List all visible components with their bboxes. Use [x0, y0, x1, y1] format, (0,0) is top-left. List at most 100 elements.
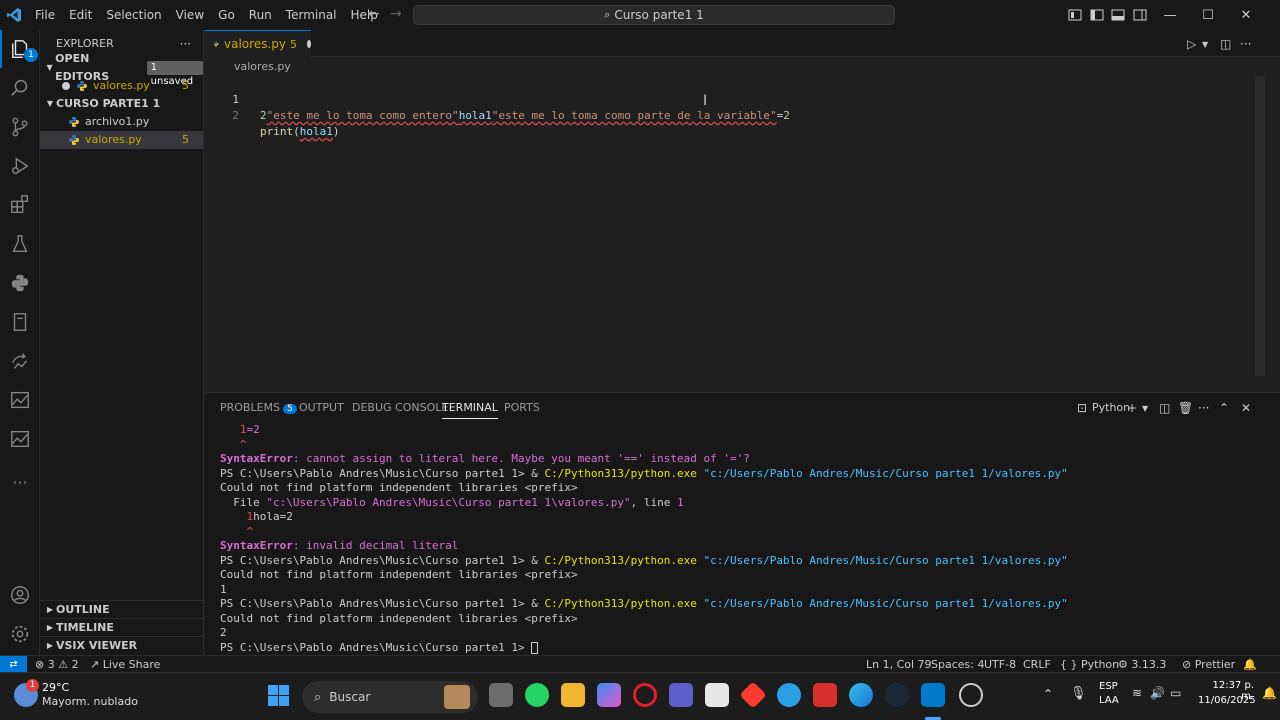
run-debug-icon[interactable]	[0, 147, 40, 185]
extensions-icon[interactable]	[0, 186, 40, 224]
python-interpreter[interactable]: ⚙ 3.13.3	[1118, 657, 1166, 672]
close-icon[interactable]: ✕	[1227, 0, 1265, 30]
editor-scrollbar[interactable]	[1255, 76, 1265, 376]
microphone-icon[interactable]: 🎙	[1070, 686, 1087, 701]
weather-description[interactable]: Mayorm. nublado	[42, 695, 138, 708]
language-mode[interactable]: { } Python	[1060, 657, 1119, 672]
vscode-taskbar-icon[interactable]	[921, 683, 945, 707]
terminal-dropdown-icon[interactable]: ▼	[1142, 404, 1148, 413]
toggle-secondary-sidebar-icon[interactable]	[1133, 8, 1147, 22]
problems-status[interactable]: ⊗ 3 ⚠ 2	[35, 657, 79, 672]
indentation[interactable]: Spaces: 4	[931, 657, 984, 672]
forward-arrow-icon[interactable]: →	[390, 6, 402, 22]
anydesk-icon[interactable]	[739, 681, 767, 709]
python-icon[interactable]	[0, 264, 40, 302]
tab-valores[interactable]: valores.py 5	[205, 30, 311, 57]
panel-more-icon[interactable]: ···	[1198, 401, 1209, 415]
more-views-icon[interactable]: ···	[0, 463, 40, 501]
volume-icon[interactable]: 🔊	[1150, 686, 1165, 700]
notifications-bell-icon[interactable]: 🔔	[1243, 657, 1257, 672]
tab-output[interactable]: OUTPUT	[299, 401, 344, 414]
cursor-position[interactable]: Ln 1, Col 79	[866, 657, 932, 672]
store-icon[interactable]	[705, 683, 729, 707]
explorer-icon[interactable]: 1	[0, 30, 40, 68]
explorer-more-icon[interactable]: ···	[180, 30, 191, 58]
code-editor[interactable]: 1 2"este me lo toma como entero"hola1"es…	[205, 76, 1267, 390]
weather-temp[interactable]: 29°C	[42, 681, 69, 694]
breadcrumb[interactable]: valores.py	[205, 58, 291, 76]
chrome-icon[interactable]	[777, 683, 801, 707]
account-icon[interactable]	[0, 576, 40, 614]
code-line[interactable]: 2 print(hola1)	[205, 92, 339, 138]
menu-go[interactable]: Go	[211, 0, 242, 30]
code-line[interactable]: 1 2"este me lo toma como entero"hola1"es…	[205, 76, 789, 122]
folder-header[interactable]: ▼ CURSO PARTE1 1	[40, 95, 203, 113]
prettier-status[interactable]: ⊘ Prettier	[1182, 657, 1235, 672]
tab-terminal[interactable]: TERMINAL	[442, 401, 498, 419]
tab-problems[interactable]: PROBLEMS 5	[220, 401, 297, 414]
testing-flask-icon[interactable]	[0, 225, 40, 263]
teams-icon[interactable]	[669, 683, 693, 707]
windows-start-icon[interactable]	[268, 685, 289, 706]
edge-icon[interactable]	[849, 683, 873, 707]
terminal-shell-label[interactable]: Python	[1092, 401, 1130, 414]
clock-date[interactable]: 11/06/2025	[1198, 695, 1256, 706]
search-view-icon[interactable]	[0, 69, 40, 107]
menu-terminal[interactable]: Terminal	[279, 0, 344, 30]
timeline-section[interactable]: ▶ TIMELINE	[40, 618, 204, 636]
wifi-icon[interactable]: ≋	[1132, 686, 1142, 700]
source-control-icon[interactable]	[0, 108, 40, 146]
live-share-status[interactable]: ↗ Live Share	[90, 657, 160, 672]
file-item-archivo1[interactable]: archivo1.py	[40, 113, 203, 131]
open-editor-item[interactable]: valores.py 5	[40, 77, 203, 95]
command-center[interactable]: ⌕ Curso parte1 1	[413, 5, 895, 25]
remote-indicator-icon[interactable]: ⇄	[0, 656, 27, 673]
close-panel-icon[interactable]: ✕	[1241, 401, 1251, 415]
steam-icon[interactable]	[885, 683, 909, 707]
vsix-viewer-section[interactable]: ▶ VSIX VIEWER	[40, 636, 204, 654]
run-dropdown-chevron-icon[interactable]: ▼	[1202, 40, 1208, 49]
notification-center-icon[interactable]: 🔔	[1262, 686, 1277, 700]
file-item-valores[interactable]: valores.py 5	[40, 131, 203, 149]
input-layout[interactable]: LAA	[1099, 695, 1119, 706]
encoding[interactable]: UTF-8	[984, 657, 1016, 672]
task-view-icon[interactable]	[489, 683, 513, 707]
end-of-line[interactable]: CRLF	[1023, 657, 1051, 672]
trash-icon[interactable]: 🗑	[1178, 401, 1193, 415]
taskbar-search[interactable]: ⌕ Buscar	[302, 681, 478, 713]
wps-office-icon[interactable]	[813, 683, 837, 707]
breadcrumb-file[interactable]: valores.py	[234, 60, 291, 73]
open-editors-header[interactable]: ▼ OPEN EDITORS 1 unsaved	[40, 52, 203, 87]
terminal-shell-icon[interactable]: ⊡	[1077, 401, 1087, 415]
notebook-icon[interactable]	[0, 303, 40, 341]
show-hidden-icons-icon[interactable]: ⌃	[1043, 687, 1053, 701]
chart-view-2-icon[interactable]	[0, 420, 40, 458]
live-share-icon[interactable]	[0, 342, 40, 380]
chatgpt-icon[interactable]	[959, 683, 983, 707]
copilot-icon[interactable]	[597, 683, 621, 707]
menu-view[interactable]: View	[169, 0, 211, 30]
maximize-panel-icon[interactable]: ⌃	[1219, 401, 1229, 415]
battery-icon[interactable]: ▭	[1170, 686, 1181, 700]
tab-debug-console[interactable]: DEBUG CONSOLE	[352, 401, 448, 414]
menu-edit[interactable]: Edit	[62, 0, 99, 30]
split-editor-icon[interactable]: ◫	[1220, 37, 1231, 51]
split-terminal-icon[interactable]: ◫	[1159, 401, 1170, 415]
unsaved-dot-icon[interactable]	[306, 40, 311, 48]
input-language[interactable]: ESP	[1099, 681, 1118, 692]
menu-run[interactable]: Run	[242, 0, 279, 30]
terminal-output[interactable]: 1=2 ^ SyntaxError: cannot assign to lite…	[220, 423, 1260, 655]
back-arrow-icon[interactable]: ←	[368, 6, 380, 22]
menu-file[interactable]: File	[28, 0, 62, 30]
toggle-primary-sidebar-icon[interactable]	[1090, 8, 1104, 22]
whatsapp-icon[interactable]	[525, 683, 549, 707]
outline-section[interactable]: ▶ OUTLINE	[40, 600, 204, 618]
chart-view-icon[interactable]	[0, 381, 40, 419]
menu-selection[interactable]: Selection	[99, 0, 168, 30]
settings-gear-icon[interactable]	[0, 615, 40, 653]
maximize-icon[interactable]: ☐	[1189, 0, 1227, 30]
new-terminal-icon[interactable]: +	[1127, 401, 1137, 415]
tab-ports[interactable]: PORTS	[504, 401, 540, 414]
toggle-panel-icon[interactable]	[1111, 8, 1125, 22]
file-explorer-icon[interactable]	[561, 683, 585, 707]
